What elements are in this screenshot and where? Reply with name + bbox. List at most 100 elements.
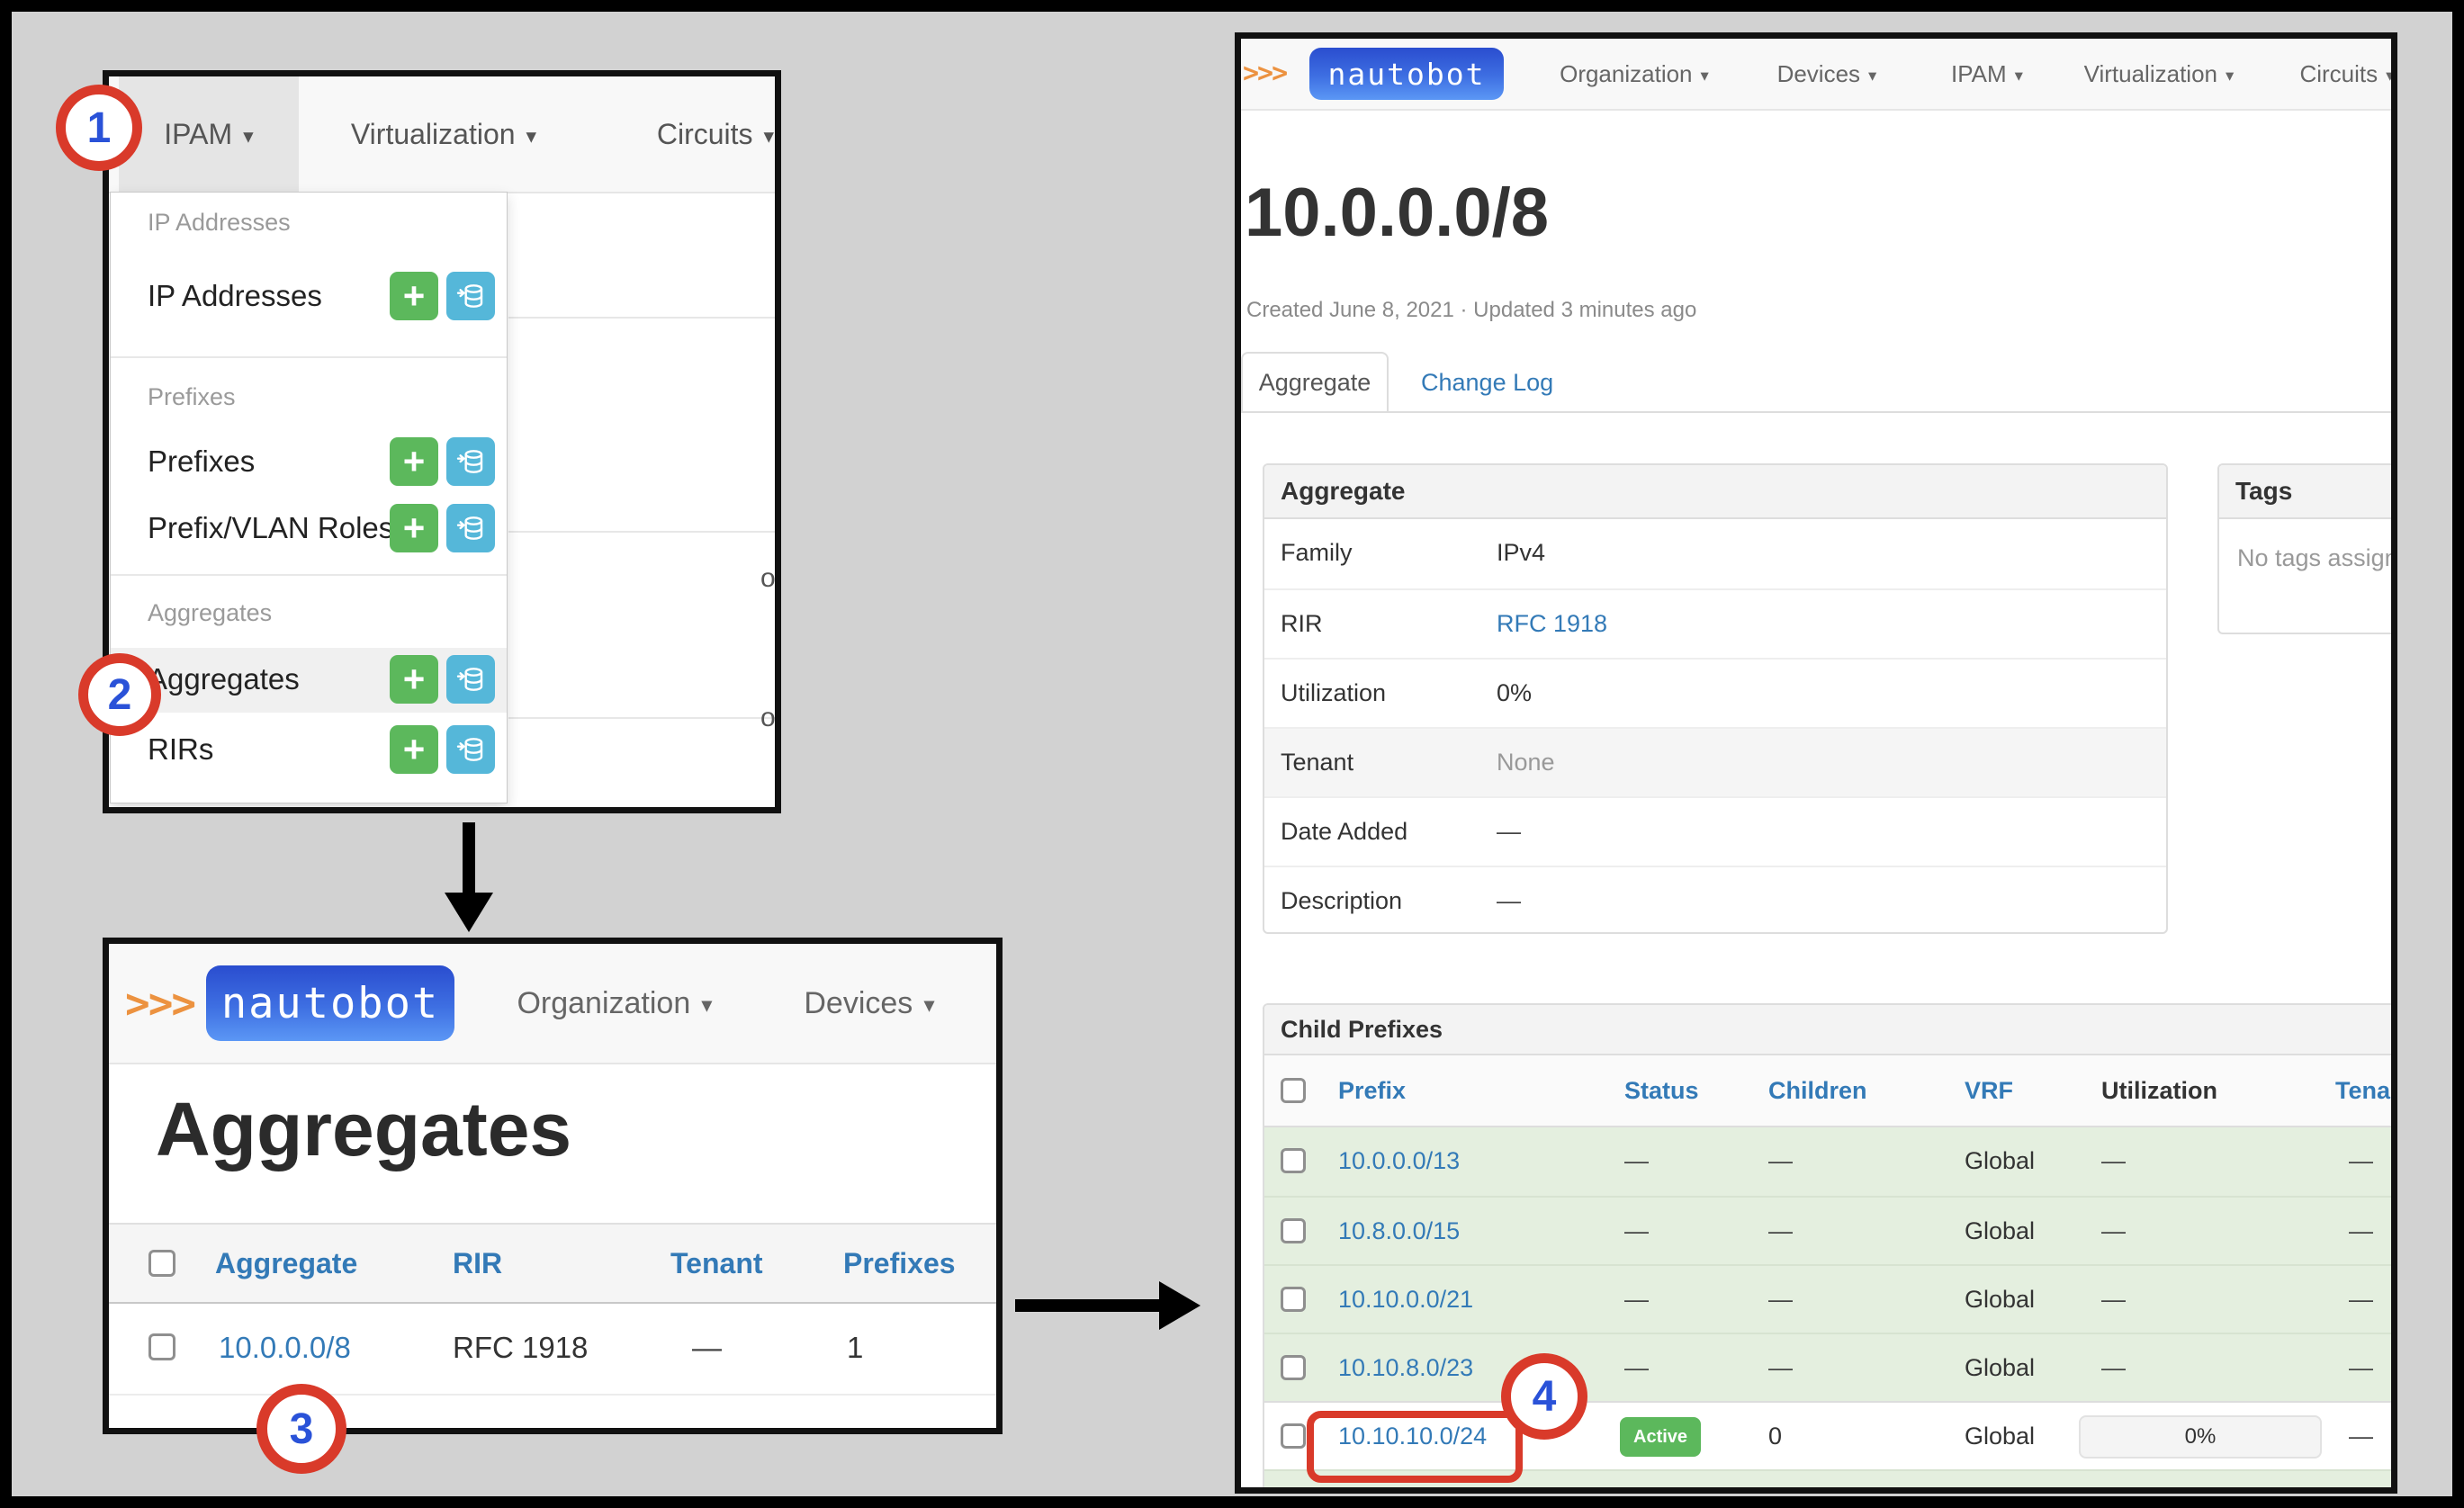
prefix-link[interactable]: 10.10.0.0/21 bbox=[1338, 1266, 1473, 1333]
chevron-down-icon: ▾ bbox=[2386, 66, 2394, 85]
aggregate-detail-panel: >>> nautobot Organization ▾ Devices ▾ IP… bbox=[1235, 32, 2397, 1494]
row-checkbox[interactable] bbox=[1281, 1218, 1306, 1243]
menu-item-ip-addresses[interactable]: IP Addresses + bbox=[111, 268, 507, 324]
status-badge: Active bbox=[1620, 1417, 1701, 1457]
nav-item-organization[interactable]: Organization ▾ bbox=[1560, 39, 1709, 109]
nav-item-label: Circuits bbox=[657, 118, 753, 151]
column-header-vrf[interactable]: VRF bbox=[1965, 1055, 2013, 1126]
menu-item-rirs[interactable]: RIRs + bbox=[111, 722, 507, 777]
no-tags-text: No tags assigned bbox=[2237, 544, 2397, 572]
column-header-rir[interactable]: RIR bbox=[453, 1225, 502, 1302]
prefix-link[interactable]: 10.0.0.0/13 bbox=[1338, 1127, 1460, 1194]
background-text-fragment: or bbox=[760, 563, 781, 594]
nav-item-ipam[interactable]: IPAM ▾ bbox=[1951, 39, 2023, 109]
dropdown-section-label: Aggregates bbox=[148, 599, 272, 627]
import-button[interactable] bbox=[446, 725, 495, 774]
nav-item-devices[interactable]: Devices ▾ bbox=[1777, 39, 1877, 109]
nav-item-organization[interactable]: Organization ▾ bbox=[517, 944, 712, 1063]
table-row: 10.10.8.0/23 — — Global — — bbox=[1264, 1333, 2397, 1401]
chevron-down-icon: ▾ bbox=[243, 124, 254, 148]
column-header-tenant[interactable]: Tenant bbox=[2335, 1055, 2397, 1126]
row-checkbox[interactable] bbox=[148, 1333, 175, 1360]
menu-item-prefixes[interactable]: Prefixes + bbox=[111, 434, 507, 489]
tab-aggregate[interactable]: Aggregate bbox=[1241, 352, 1389, 413]
ipam-dropdown-menu: IP Addresses IP Addresses + bbox=[110, 192, 508, 803]
import-button[interactable] bbox=[446, 272, 495, 320]
flow-arrow-down-head bbox=[445, 893, 493, 932]
chevron-down-icon: ▾ bbox=[923, 992, 934, 1019]
import-button[interactable] bbox=[446, 504, 495, 552]
chevron-down-icon: ▾ bbox=[764, 124, 775, 148]
row-checkbox[interactable] bbox=[1281, 1423, 1306, 1449]
flow-arrow-right bbox=[1015, 1299, 1161, 1312]
created-updated-text: Created June 8, 2021 · Updated 3 minutes… bbox=[1246, 298, 1696, 323]
chevron-down-icon: ▾ bbox=[2015, 66, 2023, 85]
nautobot-logo[interactable]: nautobot bbox=[1309, 48, 1504, 100]
nav-item-circuits[interactable]: Circuits ▾ bbox=[621, 76, 781, 192]
row-checkbox[interactable] bbox=[1281, 1148, 1306, 1173]
prefix-link[interactable]: 10.8.0.0/15 bbox=[1338, 1198, 1460, 1264]
tab-change-log[interactable]: Change Log bbox=[1421, 352, 1553, 413]
background-divider bbox=[508, 717, 775, 719]
select-all-checkbox[interactable] bbox=[1281, 1078, 1306, 1103]
nav-item-label: Virtualization bbox=[351, 118, 516, 151]
tab-divider bbox=[1241, 411, 2391, 413]
chevron-down-icon: ▾ bbox=[701, 992, 712, 1019]
column-header-utilization: Utilization bbox=[2101, 1055, 2217, 1126]
column-header-aggregate[interactable]: Aggregate bbox=[215, 1225, 357, 1302]
nav-item-virtualization[interactable]: Virtualization ▾ bbox=[2084, 39, 2235, 109]
table-header-row: Aggregate RIR Tenant Prefixes bbox=[109, 1223, 996, 1304]
step-annotation-3: 3 bbox=[256, 1384, 346, 1474]
column-header-prefixes[interactable]: Prefixes bbox=[843, 1225, 956, 1302]
column-header-prefix[interactable]: Prefix bbox=[1338, 1055, 1406, 1126]
nav-item-circuits[interactable]: Circuits ▾ bbox=[2299, 39, 2394, 109]
row-checkbox[interactable] bbox=[1281, 1287, 1306, 1312]
step-annotation-4: 4 bbox=[1501, 1353, 1587, 1440]
menu-item-prefix-vlan-roles[interactable]: Prefix/VLAN Roles + bbox=[111, 500, 507, 556]
import-button[interactable] bbox=[446, 655, 495, 704]
table-row: 10.0.0.0/13 — — Global — — bbox=[1264, 1127, 2397, 1196]
add-button[interactable]: + bbox=[390, 655, 438, 704]
table-row: 10.0.0.0/8 RFC 1918 — 1 bbox=[109, 1304, 996, 1396]
flow-arrow-down bbox=[463, 822, 475, 894]
import-icon bbox=[456, 665, 485, 694]
column-header-status[interactable]: Status bbox=[1624, 1055, 1699, 1126]
page-title: Aggregates bbox=[156, 1086, 571, 1173]
column-header-tenant[interactable]: Tenant bbox=[670, 1225, 763, 1302]
chevron-down-icon: ▾ bbox=[1868, 66, 1876, 85]
card-title: Aggregate bbox=[1264, 465, 2166, 519]
nav-item-virtualization[interactable]: Virtualization ▾ bbox=[324, 76, 563, 192]
row-checkbox[interactable] bbox=[1281, 1355, 1306, 1380]
nautobot-chevrons-icon: >>> bbox=[1243, 39, 1286, 109]
import-icon bbox=[456, 447, 485, 476]
nav-item-devices[interactable]: Devices ▾ bbox=[804, 944, 934, 1063]
step-annotation-1: 1 bbox=[56, 85, 142, 171]
nautobot-logo[interactable]: nautobot bbox=[206, 965, 454, 1041]
aggregate-link[interactable]: 10.0.0.0/8 bbox=[219, 1304, 351, 1392]
nautobot-chevrons-icon: >>> bbox=[125, 944, 194, 1063]
import-button[interactable] bbox=[446, 437, 495, 486]
table-row: 10.10.0.0/21 — — Global — — bbox=[1264, 1264, 2397, 1333]
rir-link[interactable]: RFC 1918 bbox=[1497, 590, 1607, 658]
tenant-cell: — bbox=[692, 1304, 722, 1392]
utilization-bar: 0% bbox=[2079, 1415, 2322, 1459]
dropdown-section-label: Prefixes bbox=[148, 383, 236, 411]
detail-row-rir: RIR RFC 1918 bbox=[1264, 588, 2166, 658]
aggregate-card: Aggregate Family IPv4 RIR RFC 1918 Utili… bbox=[1263, 463, 2168, 934]
add-button[interactable]: + bbox=[390, 504, 438, 552]
nav-item-label: IPAM bbox=[164, 118, 232, 151]
prefix-link[interactable]: 10.10.8.0/23 bbox=[1338, 1334, 1473, 1401]
select-all-checkbox[interactable] bbox=[148, 1250, 175, 1277]
menu-item-aggregates[interactable]: Aggregates + bbox=[111, 651, 507, 707]
nav-item-ipam[interactable]: IPAM ▾ bbox=[119, 76, 299, 192]
card-title: Tags bbox=[2219, 465, 2397, 519]
aggregates-list-panel: >>> nautobot Organization ▾ Devices ▾ Ag… bbox=[103, 938, 1003, 1434]
tags-card: Tags No tags assigned bbox=[2217, 463, 2397, 634]
background-divider bbox=[508, 317, 775, 319]
chevron-down-icon: ▾ bbox=[1701, 66, 1709, 85]
add-button[interactable]: + bbox=[390, 437, 438, 486]
add-button[interactable]: + bbox=[390, 272, 438, 320]
column-header-children[interactable]: Children bbox=[1768, 1055, 1867, 1126]
add-button[interactable]: + bbox=[390, 725, 438, 774]
import-icon bbox=[456, 514, 485, 543]
